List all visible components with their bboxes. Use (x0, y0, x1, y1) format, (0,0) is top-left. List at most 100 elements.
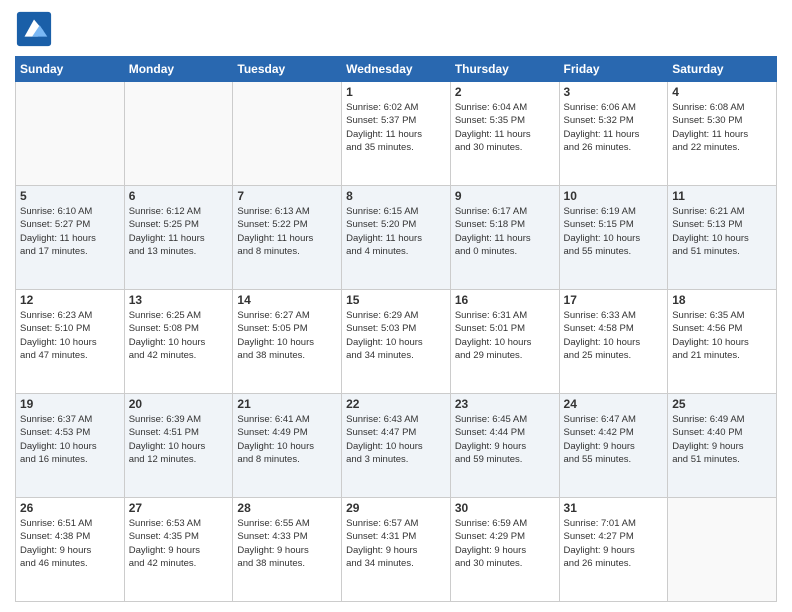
calendar-header-sunday: Sunday (16, 57, 125, 82)
day-number: 27 (129, 501, 229, 515)
calendar-header-row: SundayMondayTuesdayWednesdayThursdayFrid… (16, 57, 777, 82)
calendar-week-row: 5 Sunrise: 6:10 AM Sunset: 5:27 PM Daylig… (16, 186, 777, 290)
day-number: 28 (237, 501, 337, 515)
day-info: Sunrise: 6:23 AM Sunset: 5:10 PM Dayligh… (20, 309, 120, 362)
calendar-week-row: 19 Sunrise: 6:37 AM Sunset: 4:53 PM Dayli… (16, 394, 777, 498)
calendar-cell: 6Sunrise: 6:12 AM Sunset: 5:25 PM Daylig… (124, 186, 233, 290)
day-info: Sunrise: 6:13 AM Sunset: 5:22 PM Dayligh… (237, 205, 337, 258)
calendar-cell: 19 Sunrise: 6:37 AM Sunset: 4:53 PM Dayli… (16, 394, 125, 498)
calendar-header-thursday: Thursday (450, 57, 559, 82)
day-number: 16 (455, 293, 555, 307)
day-number: 24 (564, 397, 664, 411)
day-number: 6 (129, 189, 229, 203)
calendar-cell: 14 Sunrise: 6:27 AM Sunset: 5:05 PM Dayli… (233, 290, 342, 394)
calendar-cell: 7 Sunrise: 6:13 AM Sunset: 5:22 PM Daylig… (233, 186, 342, 290)
day-info: Sunrise: 6:49 AM Sunset: 4:40 PM Dayligh… (672, 413, 772, 466)
day-info: Sunrise: 6:06 AM Sunset: 5:32 PM Dayligh… (564, 101, 664, 154)
day-info: Sunrise: 6:51 AM Sunset: 4:38 PM Dayligh… (20, 517, 120, 570)
day-number: 3 (564, 85, 664, 99)
day-number: 2 (455, 85, 555, 99)
day-number: 12 (20, 293, 120, 307)
calendar-header-tuesday: Tuesday (233, 57, 342, 82)
calendar-cell: 30Sunrise: 6:59 AM Sunset: 4:29 PM Dayli… (450, 498, 559, 602)
calendar-header-saturday: Saturday (668, 57, 777, 82)
calendar-cell (124, 82, 233, 186)
day-info: Sunrise: 6:25 AM Sunset: 5:08 PM Dayligh… (129, 309, 229, 362)
calendar-cell: 17 Sunrise: 6:33 AM Sunset: 4:58 PM Dayli… (559, 290, 668, 394)
calendar-cell: 11Sunrise: 6:21 AM Sunset: 5:13 PM Dayli… (668, 186, 777, 290)
day-info: Sunrise: 6:02 AM Sunset: 5:37 PM Dayligh… (346, 101, 446, 154)
calendar-table: SundayMondayTuesdayWednesdayThursdayFrid… (15, 56, 777, 602)
calendar-cell: 27 Sunrise: 6:53 AM Sunset: 4:35 PM Dayli… (124, 498, 233, 602)
day-number: 23 (455, 397, 555, 411)
calendar-cell: 24 Sunrise: 6:47 AM Sunset: 4:42 PM Dayli… (559, 394, 668, 498)
calendar-cell: 18Sunrise: 6:35 AM Sunset: 4:56 PM Dayli… (668, 290, 777, 394)
calendar-cell: 9 Sunrise: 6:17 AM Sunset: 5:18 PM Daylig… (450, 186, 559, 290)
calendar-cell: 21Sunrise: 6:41 AM Sunset: 4:49 PM Dayli… (233, 394, 342, 498)
calendar-cell: 15 Sunrise: 6:29 AM Sunset: 5:03 PM Dayli… (342, 290, 451, 394)
calendar-cell (233, 82, 342, 186)
day-info: Sunrise: 6:08 AM Sunset: 5:30 PM Dayligh… (672, 101, 772, 154)
calendar-cell: 2 Sunrise: 6:04 AM Sunset: 5:35 PM Daylig… (450, 82, 559, 186)
calendar-cell: 13 Sunrise: 6:25 AM Sunset: 5:08 PM Dayli… (124, 290, 233, 394)
calendar-cell: 29Sunrise: 6:57 AM Sunset: 4:31 PM Dayli… (342, 498, 451, 602)
day-number: 10 (564, 189, 664, 203)
day-info: Sunrise: 6:41 AM Sunset: 4:49 PM Dayligh… (237, 413, 337, 466)
calendar-header-monday: Monday (124, 57, 233, 82)
calendar-cell: 20Sunrise: 6:39 AM Sunset: 4:51 PM Dayli… (124, 394, 233, 498)
calendar-week-row: 1Sunrise: 6:02 AM Sunset: 5:37 PM Daylig… (16, 82, 777, 186)
calendar-cell: 5 Sunrise: 6:10 AM Sunset: 5:27 PM Daylig… (16, 186, 125, 290)
calendar-cell: 16 Sunrise: 6:31 AM Sunset: 5:01 PM Dayli… (450, 290, 559, 394)
day-number: 31 (564, 501, 664, 515)
day-info: Sunrise: 6:47 AM Sunset: 4:42 PM Dayligh… (564, 413, 664, 466)
calendar-cell: 28 Sunrise: 6:55 AM Sunset: 4:33 PM Dayli… (233, 498, 342, 602)
day-number: 22 (346, 397, 446, 411)
day-info: Sunrise: 6:55 AM Sunset: 4:33 PM Dayligh… (237, 517, 337, 570)
day-info: Sunrise: 6:10 AM Sunset: 5:27 PM Dayligh… (20, 205, 120, 258)
day-number: 13 (129, 293, 229, 307)
calendar-cell: 26 Sunrise: 6:51 AM Sunset: 4:38 PM Dayli… (16, 498, 125, 602)
page: SundayMondayTuesdayWednesdayThursdayFrid… (0, 0, 792, 612)
calendar-cell: 12 Sunrise: 6:23 AM Sunset: 5:10 PM Dayli… (16, 290, 125, 394)
day-number: 19 (20, 397, 120, 411)
calendar-cell: 31Sunrise: 7:01 AM Sunset: 4:27 PM Dayli… (559, 498, 668, 602)
logo (15, 10, 57, 48)
day-info: Sunrise: 6:04 AM Sunset: 5:35 PM Dayligh… (455, 101, 555, 154)
day-info: Sunrise: 6:53 AM Sunset: 4:35 PM Dayligh… (129, 517, 229, 570)
day-number: 5 (20, 189, 120, 203)
calendar-cell: 1Sunrise: 6:02 AM Sunset: 5:37 PM Daylig… (342, 82, 451, 186)
calendar-header-wednesday: Wednesday (342, 57, 451, 82)
day-info: Sunrise: 6:59 AM Sunset: 4:29 PM Dayligh… (455, 517, 555, 570)
header (15, 10, 777, 48)
logo-icon (15, 10, 53, 48)
calendar-cell: 8Sunrise: 6:15 AM Sunset: 5:20 PM Daylig… (342, 186, 451, 290)
day-info: Sunrise: 6:29 AM Sunset: 5:03 PM Dayligh… (346, 309, 446, 362)
day-number: 11 (672, 189, 772, 203)
day-number: 14 (237, 293, 337, 307)
day-number: 26 (20, 501, 120, 515)
day-info: Sunrise: 6:35 AM Sunset: 4:56 PM Dayligh… (672, 309, 772, 362)
day-info: Sunrise: 6:27 AM Sunset: 5:05 PM Dayligh… (237, 309, 337, 362)
day-info: Sunrise: 6:39 AM Sunset: 4:51 PM Dayligh… (129, 413, 229, 466)
day-number: 25 (672, 397, 772, 411)
day-number: 8 (346, 189, 446, 203)
calendar-cell: 22 Sunrise: 6:43 AM Sunset: 4:47 PM Dayli… (342, 394, 451, 498)
day-info: Sunrise: 6:33 AM Sunset: 4:58 PM Dayligh… (564, 309, 664, 362)
day-info: Sunrise: 6:19 AM Sunset: 5:15 PM Dayligh… (564, 205, 664, 258)
calendar-cell: 3 Sunrise: 6:06 AM Sunset: 5:32 PM Daylig… (559, 82, 668, 186)
day-number: 15 (346, 293, 446, 307)
calendar-cell (668, 498, 777, 602)
calendar-cell: 25 Sunrise: 6:49 AM Sunset: 4:40 PM Dayli… (668, 394, 777, 498)
day-number: 9 (455, 189, 555, 203)
calendar-week-row: 26 Sunrise: 6:51 AM Sunset: 4:38 PM Dayli… (16, 498, 777, 602)
day-info: Sunrise: 6:37 AM Sunset: 4:53 PM Dayligh… (20, 413, 120, 466)
day-info: Sunrise: 6:57 AM Sunset: 4:31 PM Dayligh… (346, 517, 446, 570)
day-number: 4 (672, 85, 772, 99)
day-info: Sunrise: 6:31 AM Sunset: 5:01 PM Dayligh… (455, 309, 555, 362)
day-info: Sunrise: 6:45 AM Sunset: 4:44 PM Dayligh… (455, 413, 555, 466)
day-info: Sunrise: 6:43 AM Sunset: 4:47 PM Dayligh… (346, 413, 446, 466)
day-info: Sunrise: 6:17 AM Sunset: 5:18 PM Dayligh… (455, 205, 555, 258)
day-number: 17 (564, 293, 664, 307)
day-number: 7 (237, 189, 337, 203)
calendar-cell: 10 Sunrise: 6:19 AM Sunset: 5:15 PM Dayli… (559, 186, 668, 290)
